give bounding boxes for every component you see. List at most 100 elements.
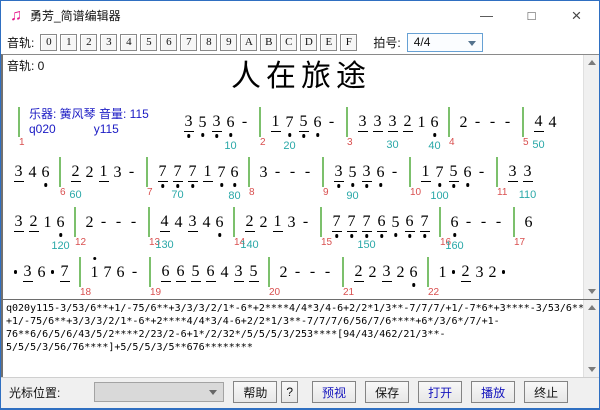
track-button-E[interactable]: E xyxy=(320,33,338,51)
note-7[interactable]: 7 xyxy=(104,264,112,281)
dash-extension[interactable]: - xyxy=(125,163,138,181)
note-6[interactable]: 6 xyxy=(216,214,224,237)
track-button-B[interactable]: B xyxy=(260,33,278,51)
rhythm-dot[interactable] xyxy=(499,270,508,274)
dash-extension[interactable]: - xyxy=(462,213,475,231)
note-2[interactable]: 2 xyxy=(260,214,268,231)
note-6[interactable]: 6 xyxy=(38,264,46,281)
note-7[interactable]: 7 xyxy=(419,213,430,238)
note-1[interactable]: 1 xyxy=(98,163,109,182)
track-button-5[interactable]: 5 xyxy=(140,33,158,51)
note-4[interactable]: 4 50 xyxy=(532,113,544,151)
note-4[interactable]: 4 xyxy=(175,214,183,231)
close-button[interactable]: × xyxy=(554,1,599,30)
note-3[interactable]: 3 xyxy=(361,163,372,188)
dash-extension[interactable]: - xyxy=(97,213,110,231)
note-1[interactable]: 1 xyxy=(418,114,426,131)
note-2[interactable]: 2 xyxy=(280,264,288,281)
stop-button[interactable]: 终止 xyxy=(524,381,569,403)
note-3[interactable]: 3 xyxy=(183,113,194,138)
note-3[interactable]: 3 xyxy=(357,113,368,132)
help-question-button[interactable]: ? xyxy=(281,381,299,403)
note-6[interactable]: 6 xyxy=(314,114,322,137)
scroll-up-icon[interactable] xyxy=(584,300,599,315)
note-1[interactable]: 1 xyxy=(202,163,213,182)
scroll-up-icon[interactable] xyxy=(584,55,599,70)
note-3[interactable]: 3 xyxy=(233,263,244,282)
dash-extension[interactable]: - xyxy=(325,113,338,131)
note-3[interactable]: 3 xyxy=(476,264,484,281)
note-4[interactable]: 4 xyxy=(29,164,37,181)
note-5[interactable]: 5 xyxy=(392,214,400,237)
note-1[interactable]: 1 xyxy=(44,214,52,231)
note-6[interactable]: 6 xyxy=(175,263,186,282)
track-button-2[interactable]: 2 xyxy=(80,33,98,51)
note-7[interactable]: 7 xyxy=(331,213,342,238)
note-2[interactable]: 2 xyxy=(489,264,497,281)
code-editor[interactable]: q020y115-3/53/6**+1/-75/6**+3/3/3/2/1*-6… xyxy=(3,300,599,354)
note-2[interactable]: 2 xyxy=(397,264,405,281)
note-3[interactable]: 3 xyxy=(288,214,296,231)
note-7[interactable]: 7 xyxy=(59,263,70,282)
note-2[interactable]: 2 xyxy=(86,214,94,231)
track-button-0[interactable]: 0 xyxy=(40,33,58,51)
track-button-F[interactable]: F xyxy=(340,33,358,51)
dash-extension[interactable]: - xyxy=(286,163,299,181)
play-button[interactable]: 播放 xyxy=(471,381,516,403)
note-3[interactable]: 3 xyxy=(381,263,392,282)
code-scrollbar[interactable] xyxy=(583,300,599,377)
dash-extension[interactable]: - xyxy=(475,163,488,181)
dash-extension[interactable]: - xyxy=(271,163,284,181)
note-6[interactable]: 6 120 xyxy=(51,214,69,252)
track-button-4[interactable]: 4 xyxy=(120,33,138,51)
note-5[interactable]: 5 xyxy=(298,113,309,138)
save-button[interactable]: 保存 xyxy=(365,381,410,403)
note-6[interactable]: 6 xyxy=(117,264,125,281)
dash-extension[interactable]: - xyxy=(306,263,319,281)
minimize-button[interactable]: — xyxy=(464,1,509,30)
note-7[interactable]: 7 xyxy=(157,163,168,188)
rhythm-dot[interactable] xyxy=(48,270,57,274)
track-button-9[interactable]: 9 xyxy=(220,33,238,51)
track-button-D[interactable]: D xyxy=(300,33,318,51)
dash-extension[interactable]: - xyxy=(321,263,334,281)
note-3[interactable]: 3 xyxy=(260,164,268,181)
dash-extension[interactable]: - xyxy=(301,163,314,181)
note-7[interactable]: 7 70 xyxy=(171,163,183,201)
note-6[interactable]: 6 xyxy=(377,164,385,187)
note-6[interactable]: 6 80 xyxy=(228,164,240,202)
rhythm-dot[interactable] xyxy=(11,270,20,274)
note-2[interactable]: 2 xyxy=(369,264,377,281)
note-5[interactable]: 5 xyxy=(199,114,207,137)
note-6[interactable]: 6 xyxy=(205,263,216,282)
dash-extension[interactable]: - xyxy=(486,113,499,131)
note-1[interactable]: 1 xyxy=(91,256,99,281)
note-6[interactable]: 6 xyxy=(42,164,50,187)
note-3[interactable]: 3 xyxy=(13,213,24,232)
note-2[interactable]: 2 xyxy=(353,263,364,282)
note-3[interactable]: 3 xyxy=(187,213,198,232)
note-4[interactable]: 4 xyxy=(221,264,229,281)
track-button-C[interactable]: C xyxy=(280,33,298,51)
note-7[interactable]: 7 xyxy=(218,164,226,187)
track-button-3[interactable]: 3 xyxy=(100,33,118,51)
dash-extension[interactable]: - xyxy=(112,213,125,231)
track-button-6[interactable]: 6 xyxy=(160,33,178,51)
dash-extension[interactable]: - xyxy=(291,263,304,281)
rhythm-dot[interactable] xyxy=(449,270,458,274)
note-4[interactable]: 4 xyxy=(203,214,211,231)
track-button-1[interactable]: 1 xyxy=(60,33,78,51)
scroll-down-icon[interactable] xyxy=(584,284,599,299)
note-5[interactable]: 5 xyxy=(448,163,459,188)
track-button-A[interactable]: A xyxy=(240,33,258,51)
note-2[interactable]: 2 140 xyxy=(240,213,258,251)
cursor-position-select[interactable] xyxy=(94,382,225,402)
note-2[interactable]: 2 xyxy=(86,164,94,181)
note-5[interactable]: 5 xyxy=(248,263,259,282)
note-1[interactable]: 1 xyxy=(272,213,283,232)
note-6[interactable]: 6 40 xyxy=(428,114,440,152)
note-2[interactable]: 2 xyxy=(460,263,471,282)
maximize-button[interactable]: □ xyxy=(509,1,554,30)
note-7[interactable]: 7 150 xyxy=(357,213,375,251)
note-2[interactable]: 2 60 xyxy=(69,163,81,201)
